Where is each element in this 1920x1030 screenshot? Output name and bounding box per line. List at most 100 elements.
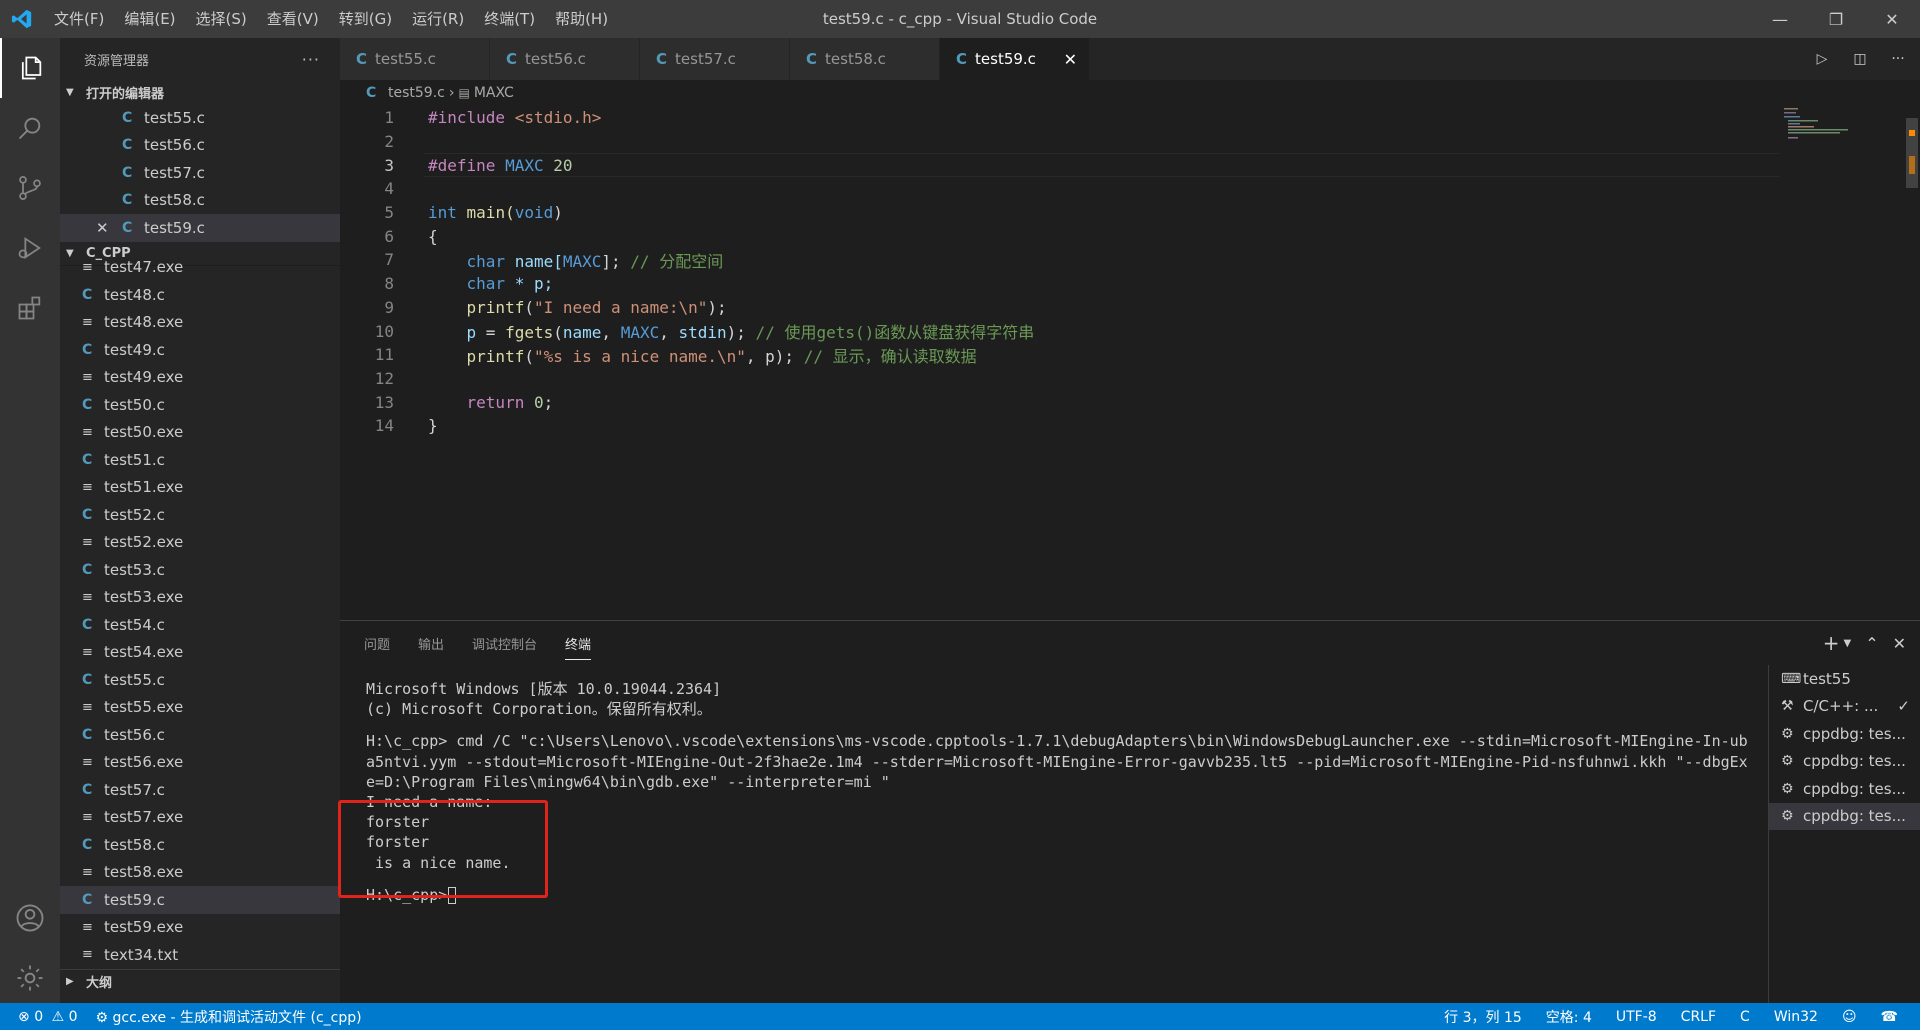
open-editor-item[interactable]: Ctest56.c — [60, 132, 340, 160]
panel-tab[interactable]: 终端 — [551, 621, 605, 665]
problems-status[interactable]: ⊗ 0 ⚠ 0 — [18, 1009, 78, 1025]
restore-icon[interactable]: ❐ — [1808, 0, 1864, 38]
open-editor-item[interactable]: Ctest55.c — [60, 104, 340, 132]
c-file-icon: C — [122, 109, 133, 126]
file-item[interactable]: ≡ test58.exe — [60, 859, 340, 887]
breadcrumb-symbol[interactable]: MAXC — [474, 85, 514, 101]
platform[interactable]: Win32 — [1774, 1009, 1818, 1025]
tab-test56-c[interactable]: Ctest56.c — [490, 38, 640, 80]
file-item[interactable]: Ctest48.c — [60, 281, 340, 309]
close-tab-icon[interactable]: ✕ — [1064, 50, 1077, 69]
panel-tab[interactable]: 问题 — [350, 621, 404, 665]
file-item[interactable]: Ctest58.c — [60, 831, 340, 859]
explorer-icon[interactable] — [0, 38, 60, 98]
menu-item[interactable]: 选择(S) — [186, 0, 257, 38]
open-editors-header[interactable]: ▼ 打开的编辑器 — [60, 80, 340, 104]
file-item[interactable]: ≡ test55.exe — [60, 694, 340, 722]
file-item[interactable]: Ctest49.c — [60, 336, 340, 364]
explorer-header: 资源管理器 ··· — [60, 38, 340, 80]
menu-item[interactable]: 文件(F) — [44, 0, 114, 38]
file-item[interactable]: ≡ test53.exe — [60, 584, 340, 612]
new-terminal-icon[interactable]: + — [1823, 631, 1840, 655]
terminal-instance[interactable]: ⚒ C/C++: ... ✓ — [1769, 693, 1920, 721]
split-editor-icon[interactable]: ◫ — [1848, 51, 1872, 67]
open-editor-item[interactable]: ✕ Ctest59.c — [60, 214, 340, 242]
menu-item[interactable]: 运行(R) — [402, 0, 474, 38]
file-item[interactable]: Ctest52.c — [60, 501, 340, 529]
terminal-line: forster — [366, 833, 430, 852]
terminal-instance[interactable]: ⌨ test55 — [1769, 665, 1920, 693]
account-icon[interactable] — [0, 888, 60, 948]
code-editor[interactable]: 1 #include <stdio.h> 2 3 #define MAXC 20 4… — [340, 106, 1780, 616]
file-item[interactable]: ≡ test57.exe — [60, 804, 340, 832]
file-item[interactable]: Ctest57.c — [60, 776, 340, 804]
chevron-right-icon: › — [448, 85, 455, 101]
indentation[interactable]: 空格: 4 — [1546, 1007, 1592, 1027]
menu-item[interactable]: 终端(T) — [474, 0, 545, 38]
more-actions-icon[interactable]: ··· — [1886, 51, 1910, 67]
maximize-panel-icon[interactable]: ⌃ — [1865, 634, 1878, 653]
code-line: 9 printf("I need a name:\n"); — [384, 297, 727, 317]
menu-item[interactable]: 转到(G) — [329, 0, 402, 38]
encoding[interactable]: UTF-8 — [1616, 1009, 1657, 1025]
panel-tab[interactable]: 调试控制台 — [458, 621, 551, 665]
language-mode[interactable]: C — [1740, 1009, 1750, 1025]
minimap[interactable] — [1784, 106, 1904, 166]
panel-tab[interactable]: 输出 — [404, 621, 458, 665]
file-item[interactable]: ≡ text34.txt — [60, 941, 340, 969]
tab-test57-c[interactable]: Ctest57.c — [640, 38, 790, 80]
extensions-icon[interactable] — [0, 278, 60, 338]
tab-test55-c[interactable]: Ctest55.c — [340, 38, 490, 80]
code-line: 2 — [384, 132, 394, 152]
close-panel-icon[interactable]: ✕ — [1893, 634, 1906, 653]
menu-item[interactable]: 编辑(E) — [114, 0, 185, 38]
file-item[interactable]: Ctest56.c — [60, 721, 340, 749]
vertical-scrollbar[interactable] — [1906, 118, 1918, 188]
open-editor-item[interactable]: Ctest57.c — [60, 159, 340, 187]
terminal-instance[interactable]: ⚙ cppdbg: tes... — [1769, 720, 1920, 748]
menu-item[interactable]: 查看(V) — [257, 0, 329, 38]
outline-header[interactable]: ▶ 大纲 — [60, 968, 340, 993]
open-editor-item[interactable]: Ctest58.c — [60, 187, 340, 215]
file-item[interactable]: Ctest51.c — [60, 446, 340, 474]
chevron-down-icon[interactable]: ▼ — [1843, 638, 1851, 649]
file-item[interactable]: ≡ test59.exe — [60, 914, 340, 942]
file-item[interactable]: Ctest53.c — [60, 556, 340, 584]
tab-test59-c[interactable]: Ctest59.c ✕ — [940, 38, 1090, 80]
file-item[interactable]: ≡ test56.exe — [60, 749, 340, 777]
file-item[interactable]: Ctest50.c — [60, 391, 340, 419]
file-item[interactable]: ≡ test52.exe — [60, 529, 340, 557]
task-status[interactable]: ⚙ gcc.exe - 生成和调试活动文件 (c_cpp) — [96, 1007, 362, 1027]
line-ending[interactable]: CRLF — [1681, 1009, 1716, 1025]
terminal-output[interactable]: Microsoft Windows [版本 10.0.19044.2364] (c… — [366, 679, 1766, 905]
feedback-icon[interactable]: ☺ — [1842, 1009, 1857, 1025]
file-item[interactable]: ≡ test51.exe — [60, 474, 340, 502]
file-item[interactable]: ≡ test49.exe — [60, 364, 340, 392]
text-file-icon: ≡ — [82, 947, 93, 963]
notifications-bell-icon[interactable]: ☎ — [1881, 1009, 1898, 1025]
tab-test58-c[interactable]: Ctest58.c — [790, 38, 940, 80]
terminal-line: I need a name: — [366, 793, 493, 812]
more-actions-icon[interactable]: ··· — [302, 50, 320, 69]
search-icon[interactable] — [0, 98, 60, 158]
file-item[interactable]: Ctest59.c — [60, 886, 340, 914]
breadcrumb-file[interactable]: test59.c — [388, 85, 445, 101]
run-icon[interactable]: ▷ — [1810, 51, 1834, 67]
file-item[interactable]: ≡ test50.exe — [60, 419, 340, 447]
file-item[interactable]: Ctest54.c — [60, 611, 340, 639]
cursor-position[interactable]: 行 3，列 15 — [1444, 1007, 1522, 1027]
file-item[interactable]: Ctest55.c — [60, 666, 340, 694]
exe-file-icon: ≡ — [82, 754, 93, 770]
run-debug-icon[interactable] — [0, 218, 60, 278]
minimize-icon[interactable]: — — [1752, 0, 1808, 38]
terminal-instance[interactable]: ⚙ cppdbg: tes... — [1769, 802, 1920, 830]
close-icon[interactable]: ✕ — [96, 219, 122, 237]
source-control-icon[interactable] — [0, 158, 60, 218]
file-item[interactable]: ≡ test48.exe — [60, 309, 340, 337]
terminal-instance[interactable]: ⚙ cppdbg: tes... — [1769, 748, 1920, 776]
terminal-instance[interactable]: ⚙ cppdbg: tes... — [1769, 775, 1920, 803]
file-item[interactable]: ≡ test54.exe — [60, 639, 340, 667]
close-window-icon[interactable]: ✕ — [1864, 0, 1920, 38]
menu-item[interactable]: 帮助(H) — [545, 0, 618, 38]
settings-gear-icon[interactable] — [0, 948, 60, 1008]
